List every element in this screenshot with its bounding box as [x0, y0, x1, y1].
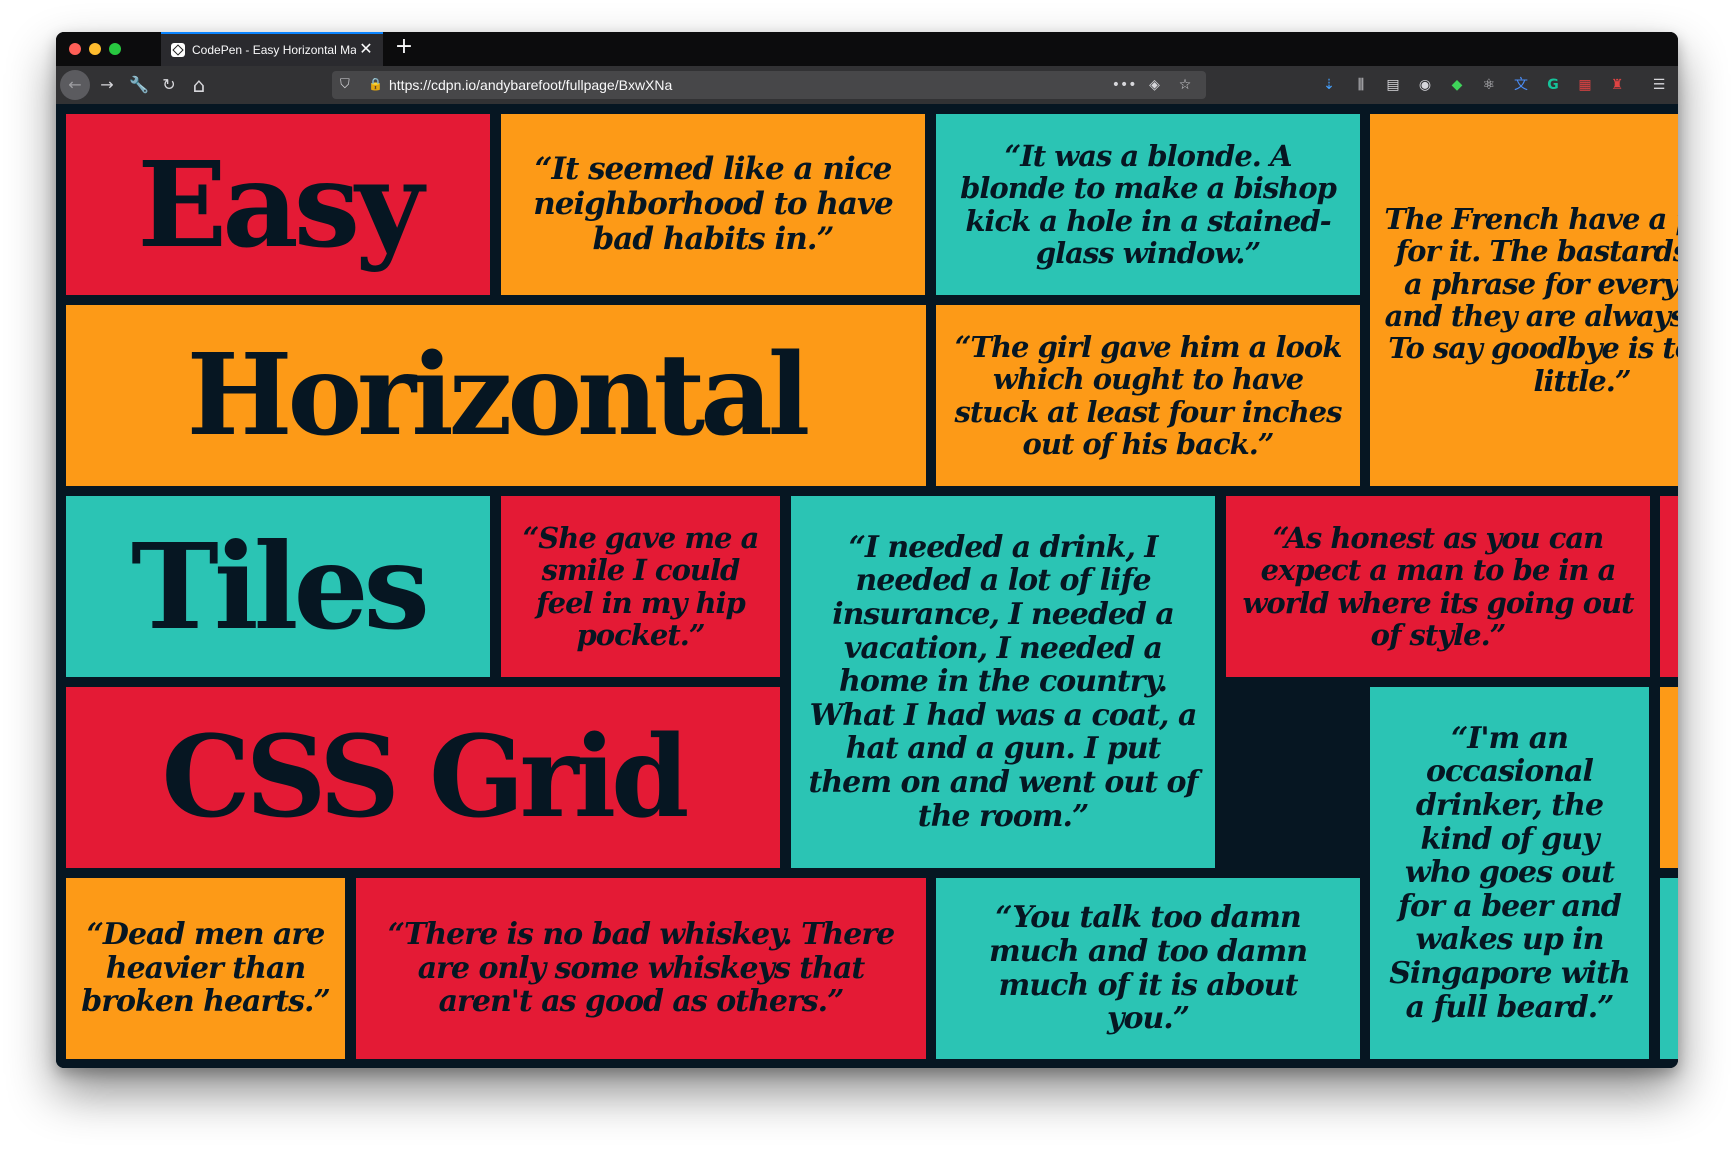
quote-text: “It seemed like a nice neighborhood to h…: [533, 151, 893, 257]
wrench-icon[interactable]: 🔧: [126, 72, 152, 98]
tab-codepen[interactable]: CodePen - Easy Horizontal Masonry Tiles …: [161, 32, 383, 66]
tile-quote-smile: “She gave me a smile I could feel in my …: [501, 496, 780, 677]
extension-icon[interactable]: ▦: [1576, 76, 1594, 94]
tile-quote-drinker: “I'm an occasional drinker, the kind of …: [1370, 687, 1649, 1059]
quote-text: “It was a blonde. A blonde to make a bis…: [960, 138, 1337, 270]
tile-quote-whiskey: “There is no bad whiskey. There are only…: [356, 878, 926, 1059]
tile-horizontal: Horizontal: [66, 305, 926, 486]
navigation-toolbar: ← → 🔧 ↻ ⌂ ⛉ 🔒 https://cdpn.io/andybarefo…: [56, 66, 1678, 104]
quote-text: “She gave me a smile I could feel in my …: [522, 520, 760, 652]
url-text[interactable]: https://cdpn.io/andybarefoot/fullpage/Bx…: [389, 77, 672, 93]
lock-icon[interactable]: 🔒: [368, 77, 383, 92]
quote-text: “The girl gave him a look which ought to…: [954, 329, 1343, 461]
tile-quote-talk: “You talk too damn much and too damn muc…: [936, 878, 1360, 1059]
quote-text: The French have a phrase for it. The bas…: [1384, 201, 1678, 398]
title-bar: CodePen - Easy Horizontal Masonry Tiles …: [56, 32, 1678, 66]
tile-quote-dead-men: “Dead men are heavier than broken hearts…: [66, 878, 345, 1059]
shield-extension-icon[interactable]: ◆: [1448, 76, 1466, 94]
more-actions-icon[interactable]: •••: [1111, 75, 1137, 95]
quote-text: “I'm an occasional drinker, the kind of …: [1389, 720, 1631, 1025]
new-tab-button[interactable]: +: [392, 36, 416, 60]
quote-text: “Dead men are heavier than broken hearts…: [81, 917, 331, 1020]
library-icon[interactable]: ⫼: [1352, 76, 1370, 94]
tile-css-grid: CSS Grid: [66, 687, 780, 868]
quote-text: “I needed a drink, I needed a lot of lif…: [808, 529, 1199, 834]
heading-horizontal: Horizontal: [186, 329, 811, 461]
tile-quote-girl: “The girl gave him a look which ought to…: [936, 305, 1360, 486]
tile-quote-french: The French have a phrase for it. The bas…: [1370, 114, 1678, 486]
react-devtools-icon[interactable]: ⚛: [1480, 76, 1498, 94]
account-icon[interactable]: ◉: [1416, 76, 1434, 94]
heading-css-grid: CSS Grid: [161, 711, 690, 843]
tile-easy: Easy: [66, 114, 490, 295]
page-content: Easy “It seemed like a nice neighborhood…: [56, 104, 1678, 1068]
chess-extension-icon[interactable]: ♜: [1608, 76, 1626, 94]
menu-icon[interactable]: ☰: [1650, 76, 1668, 94]
tile-partial-teal: [1660, 878, 1678, 1059]
tile-quote-honest: “As honest as you can expect a man to be…: [1226, 496, 1650, 677]
close-tab-icon[interactable]: ✕: [357, 40, 375, 58]
quote-text: “There is no bad whiskey. There are only…: [387, 917, 895, 1020]
pocket-icon[interactable]: ◈: [1142, 75, 1168, 95]
tile-partial-red: [1660, 496, 1678, 677]
minimize-window-button[interactable]: [89, 43, 101, 55]
zoom-window-button[interactable]: [109, 43, 121, 55]
downloads-icon[interactable]: ⇣: [1320, 76, 1338, 94]
close-window-button[interactable]: [69, 43, 81, 55]
quote-text: “You talk too damn much and too damn muc…: [988, 900, 1308, 1037]
tab-title: CodePen - Easy Horizontal Masonry Tiles: [192, 43, 356, 57]
browser-window: CodePen - Easy Horizontal Masonry Tiles …: [56, 32, 1678, 1068]
shield-icon[interactable]: ⛉: [340, 77, 352, 92]
codepen-icon: [171, 43, 185, 57]
heading-easy: Easy: [137, 134, 423, 274]
back-button[interactable]: ←: [60, 70, 90, 100]
url-bar[interactable]: ⛉ 🔒 https://cdpn.io/andybarefoot/fullpag…: [332, 71, 1206, 99]
url-actions: ••• ◈ ☆: [1111, 75, 1198, 95]
heading-tiles: Tiles: [131, 516, 430, 656]
bookmark-star-icon[interactable]: ☆: [1172, 75, 1198, 95]
tile-partial-orange: [1660, 687, 1678, 868]
reload-button[interactable]: ↻: [156, 72, 182, 98]
home-button[interactable]: ⌂: [186, 72, 212, 98]
translate-icon[interactable]: 文: [1512, 76, 1530, 94]
grammarly-icon[interactable]: G: [1544, 76, 1562, 94]
tile-quote-blonde: “It was a blonde. A blonde to make a bis…: [936, 114, 1360, 295]
tile-quote-drink: “I needed a drink, I needed a lot of lif…: [791, 496, 1215, 868]
sidebar-icon[interactable]: ▤: [1384, 76, 1402, 94]
tile-tiles: Tiles: [66, 496, 490, 677]
quote-text: “As honest as you can expect a man to be…: [1242, 520, 1634, 652]
forward-button[interactable]: →: [94, 72, 120, 98]
tile-quote-neighborhood: “It seemed like a nice neighborhood to h…: [501, 114, 925, 295]
